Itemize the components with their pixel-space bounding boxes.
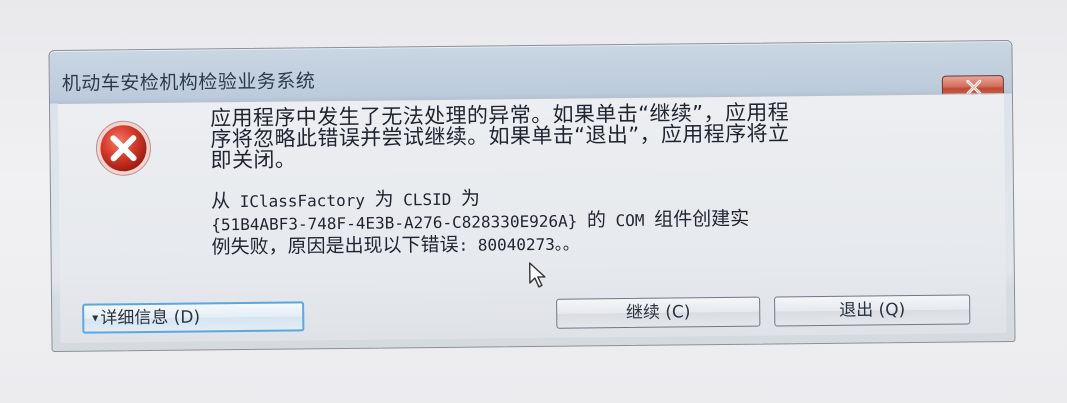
- error-code: : 80040273。。: [458, 234, 579, 255]
- error-icon: [95, 120, 151, 176]
- error-detail: 从 IClassFactory 为 CLSID 为 {51B4ABF3-748F…: [211, 182, 972, 259]
- error-dialog-window: 机动车安检机构检验业务系统 应用程序中发生了无法处理的异常。如果单击“继续”，应…: [48, 39, 1016, 353]
- detail-text: 的: [586, 209, 607, 232]
- mouse-cursor-icon: [529, 262, 546, 288]
- window-title: 机动车安检机构检验业务系统: [61, 70, 316, 95]
- detail-text: COM: [605, 210, 655, 231]
- chevron-down-icon: ▾: [92, 310, 99, 325]
- detail-text: 从: [210, 190, 231, 213]
- error-message: 应用程序中发生了无法处理的异常。如果单击“继续”，应用程 序将忽略此错误并尝试继…: [210, 100, 971, 173]
- message-line: 序将忽略此错误并尝试继续。如果单击“退出”，应用程序将立: [210, 121, 790, 152]
- detail-text: CLSID: [393, 189, 462, 210]
- details-button[interactable]: ▾ 详细信息 (D): [82, 301, 305, 334]
- quit-button-label: 退出 (Q): [839, 300, 906, 321]
- detail-text: 为: [460, 187, 481, 210]
- detail-text: 为: [374, 188, 394, 211]
- continue-button[interactable]: 继续 (C): [556, 296, 761, 329]
- dialog-body: 应用程序中发生了无法处理的异常。如果单击“继续”，应用程 序将忽略此错误并尝试继…: [57, 93, 1007, 343]
- quit-button[interactable]: 退出 (Q): [774, 294, 971, 327]
- detail-text: IClassFactory: [229, 190, 375, 212]
- clsid-text: {51B4ABF3-748F-4E3B-A276-C828330E926A}: [211, 211, 588, 235]
- detail-text: 例失败，原因是出现以下错误: [211, 233, 459, 259]
- detail-text: 组件创建实: [654, 207, 750, 231]
- continue-button-label: 继续 (C): [625, 302, 691, 324]
- message-line: 即关闭。: [210, 147, 297, 173]
- details-button-label: 详细信息 (D): [100, 307, 201, 329]
